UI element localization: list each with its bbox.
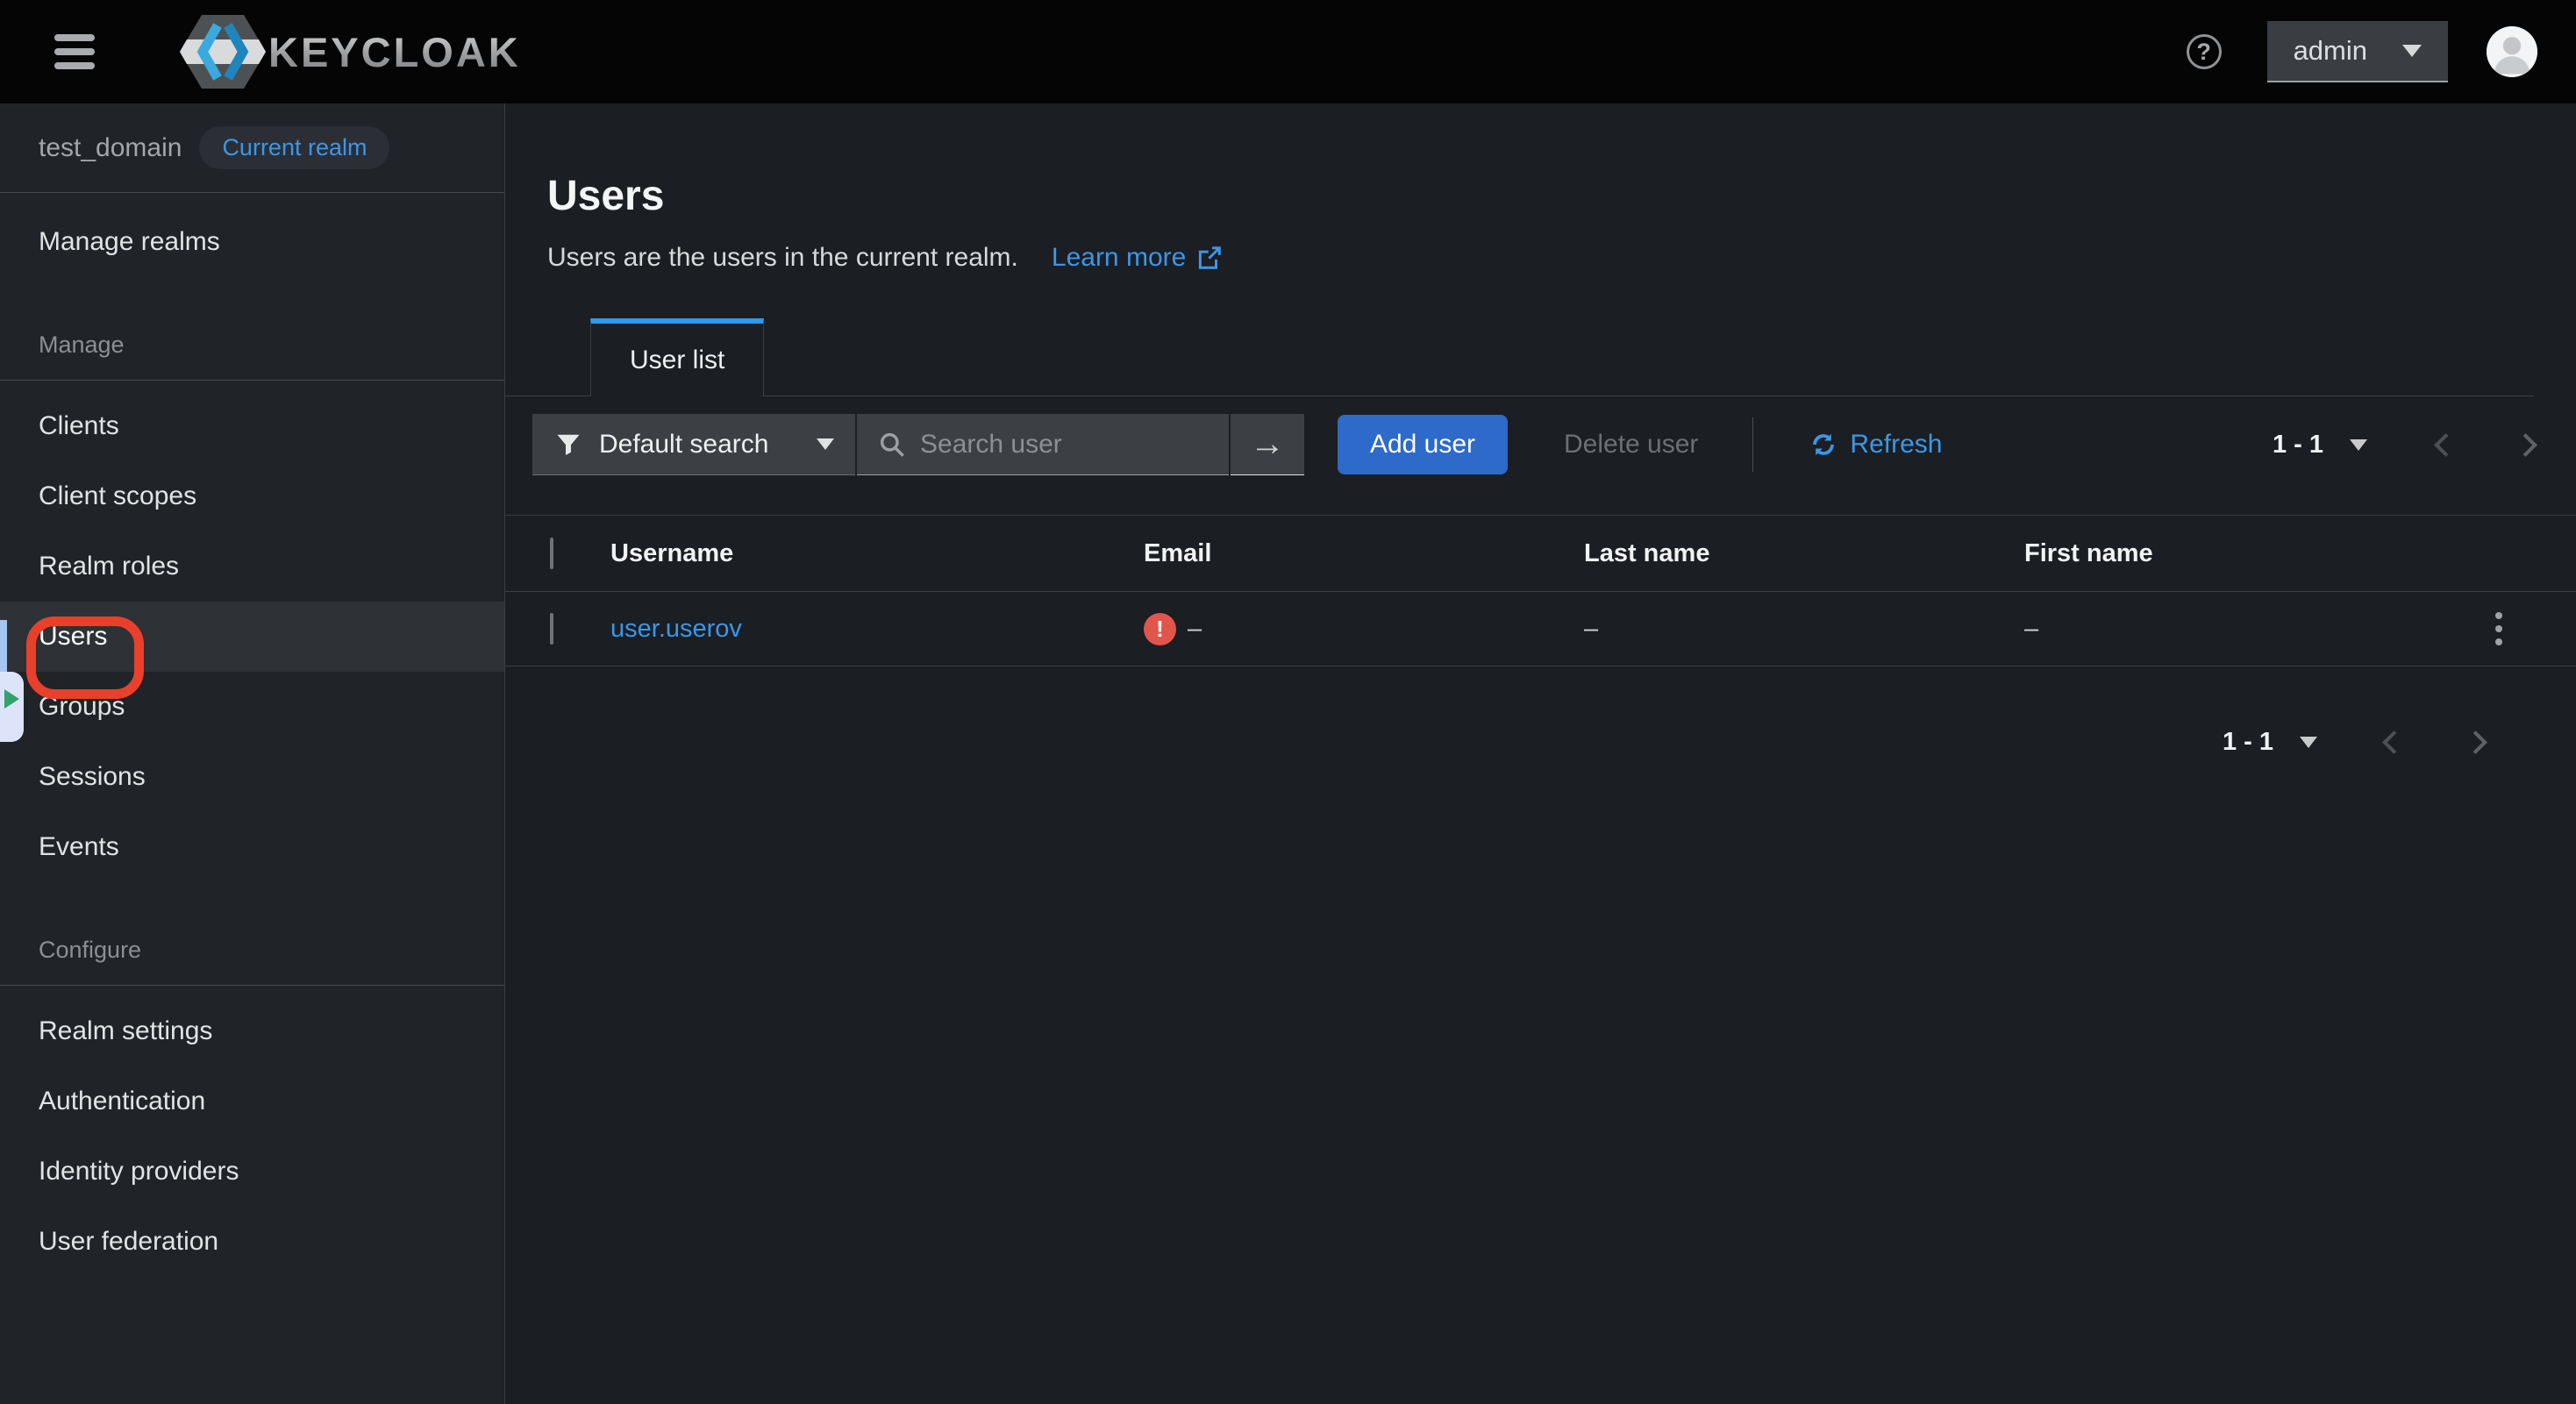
keycloak-logo: KEYCLOAK xyxy=(179,13,521,90)
search-type-label: Default search xyxy=(599,429,769,459)
table-toolbar: Default search → Add user Delete user xyxy=(532,414,2537,475)
realm-name: test_domain xyxy=(39,132,182,162)
person-icon xyxy=(2487,26,2537,77)
page-description: Users are the users in the current realm… xyxy=(547,243,1018,272)
email-value: – xyxy=(1188,614,1202,643)
sidebar-item-users[interactable]: Users xyxy=(0,602,504,672)
page-title: Users xyxy=(547,173,665,219)
search-submit-button[interactable]: → xyxy=(1231,414,1304,475)
nav-group-manage: Manage xyxy=(0,331,504,381)
add-user-button[interactable]: Add user xyxy=(1338,415,1508,474)
sidebar-item-manage-realms[interactable]: Manage realms xyxy=(0,207,504,277)
sidebar-item-client-scopes[interactable]: Client scopes xyxy=(0,461,504,531)
edge-overlay-badge[interactable] xyxy=(0,672,24,742)
refresh-icon xyxy=(1813,433,1835,456)
avatar[interactable] xyxy=(2487,26,2537,77)
username-label: admin xyxy=(2293,35,2367,66)
main-content: Users Users are the users in the current… xyxy=(505,103,2576,1404)
page-header: Users Users are the users in the current… xyxy=(547,103,2534,273)
header-email: Email xyxy=(1144,538,1212,567)
first-name-value: – xyxy=(2024,614,2039,643)
chevron-down-icon xyxy=(817,438,834,450)
next-page-icon[interactable] xyxy=(2514,432,2537,457)
header-username: Username xyxy=(610,538,734,567)
sidebar-item-realm-roles[interactable]: Realm roles xyxy=(0,531,504,602)
learn-more-label: Learn more xyxy=(1051,243,1187,272)
delete-user-button[interactable]: Delete user xyxy=(1564,430,1698,460)
nav-list-configure: Realm settings Authentication Identity p… xyxy=(0,986,504,1277)
toolbar-divider xyxy=(1752,417,1754,472)
pagination-bottom: 1 - 1 xyxy=(2222,728,2487,757)
help-icon[interactable]: ? xyxy=(2186,34,2222,69)
table-header-row: Username Email Last name First name xyxy=(505,515,2576,592)
sidebar-item-user-federation[interactable]: User federation xyxy=(0,1207,504,1277)
previous-page-icon[interactable] xyxy=(2382,731,2406,754)
realm-selector[interactable]: test_domain Current realm xyxy=(0,103,504,193)
tabs: User list xyxy=(505,318,2534,396)
previous-page-icon[interactable] xyxy=(2434,432,2458,457)
search-type-dropdown[interactable]: Default search xyxy=(532,414,855,475)
pagination-bottom-row: 1 - 1 xyxy=(547,728,2534,757)
user-link[interactable]: user.userov xyxy=(610,615,742,643)
sidebar-item-identity-providers[interactable]: Identity providers xyxy=(0,1137,504,1207)
kebab-menu-icon[interactable] xyxy=(2490,607,2508,651)
pagination-range: 1 - 1 xyxy=(2272,430,2323,459)
sidebar-item-events[interactable]: Events xyxy=(0,812,504,882)
top-bar: KEYCLOAK ? admin xyxy=(0,0,2576,103)
header-first-name: First name xyxy=(2024,538,2153,567)
nav-list-manage: Clients Client scopes Realm roles Users … xyxy=(0,381,504,882)
brand-text: KEYCLOAK xyxy=(268,28,521,75)
chevron-down-icon[interactable] xyxy=(2350,438,2367,451)
table-row: user.userov ! – – – xyxy=(505,592,2576,666)
keycloak-logo-icon xyxy=(180,15,266,89)
current-realm-badge: Current realm xyxy=(199,126,390,169)
sidebar-item-groups[interactable]: Groups xyxy=(0,672,504,742)
learn-more-link[interactable]: Learn more xyxy=(1052,243,1223,273)
header-last-name: Last name xyxy=(1584,538,1710,567)
pagination-range: 1 - 1 xyxy=(2222,728,2273,756)
hamburger-menu-icon[interactable] xyxy=(54,34,95,69)
sidebar-item-clients[interactable]: Clients xyxy=(0,391,504,461)
error-icon: ! xyxy=(1144,612,1176,645)
refresh-label: Refresh xyxy=(1850,430,1943,459)
edge-overlay-bar xyxy=(0,620,7,674)
nav-group-configure: Configure xyxy=(0,937,504,986)
search-icon xyxy=(880,432,904,457)
row-checkbox[interactable] xyxy=(550,612,553,645)
sidebar-nav: test_domain Current realm Manage realms … xyxy=(0,103,505,1404)
search-box xyxy=(857,414,1229,475)
play-icon xyxy=(4,689,19,709)
next-page-icon[interactable] xyxy=(2464,731,2487,754)
refresh-button[interactable]: Refresh xyxy=(1809,430,1942,460)
users-table: Username Email Last name First name user… xyxy=(505,515,2576,666)
sidebar-item-realm-settings[interactable]: Realm settings xyxy=(0,996,504,1066)
sidebar-item-authentication[interactable]: Authentication xyxy=(0,1066,504,1137)
select-all-checkbox[interactable] xyxy=(550,537,553,569)
topbar-actions: ? admin xyxy=(2186,21,2537,82)
keycloak-admin-console: KEYCLOAK ? admin test_domain Current rea… xyxy=(0,0,2576,1404)
chevron-down-icon[interactable] xyxy=(2300,737,2317,748)
pagination-top: 1 - 1 xyxy=(2272,430,2537,460)
user-menu-dropdown[interactable]: admin xyxy=(2266,21,2448,82)
search-input[interactable] xyxy=(920,429,1213,460)
filter-icon xyxy=(557,434,580,455)
tab-user-list[interactable]: User list xyxy=(590,318,765,396)
chevron-down-icon xyxy=(2402,45,2422,57)
sidebar-item-sessions[interactable]: Sessions xyxy=(0,742,504,812)
external-link-icon xyxy=(1199,246,1222,269)
last-name-value: – xyxy=(1584,614,1599,643)
